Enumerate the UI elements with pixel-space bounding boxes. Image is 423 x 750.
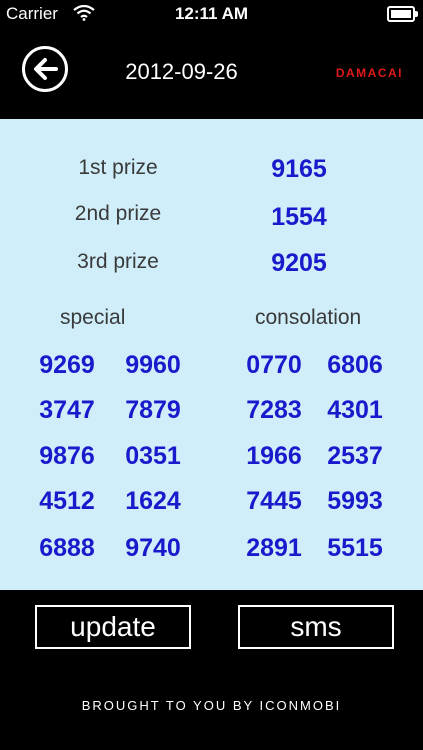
special-label: special [60, 306, 126, 329]
first-prize-number: 9165 [271, 155, 327, 183]
brand-logo: DAMACAI [335, 66, 403, 80]
third-prize-number: 9205 [271, 249, 327, 277]
special-number: 7879 [125, 396, 181, 424]
draw-date-title: 2012-09-26 [125, 59, 238, 84]
special-number: 6888 [39, 534, 95, 562]
consolation-number: 5515 [327, 534, 383, 562]
consolation-number: 2891 [246, 534, 302, 562]
special-number: 4512 [39, 487, 95, 515]
status-bar: Carrier 12:11 AM [0, 0, 423, 28]
sms-button[interactable]: sms [238, 605, 394, 649]
special-number: 0351 [125, 442, 181, 470]
consolation-label: consolation [255, 306, 362, 329]
second-prize-label: 2nd prize [74, 202, 162, 225]
second-prize-number: 1554 [271, 203, 327, 231]
battery-icon [387, 6, 418, 22]
results-panel: 1st prize 9165 2nd prize 1554 3rd prize … [0, 119, 423, 590]
consolation-number: 1966 [246, 442, 302, 470]
status-time: 12:11 AM [174, 4, 249, 23]
back-button[interactable] [22, 46, 68, 92]
update-button[interactable]: update [35, 605, 191, 649]
consolation-number: 7283 [246, 396, 302, 424]
consolation-number: 4301 [327, 396, 383, 424]
special-number: 3747 [39, 396, 95, 424]
special-number: 9960 [125, 351, 181, 379]
consolation-number: 6806 [327, 351, 383, 379]
footer-credit: BROUGHT TO YOU BY ICONMOBI [81, 698, 342, 713]
consolation-number: 0770 [246, 351, 302, 379]
consolation-number: 5993 [327, 487, 383, 515]
special-number: 9876 [39, 442, 95, 470]
special-number: 9740 [125, 534, 181, 562]
consolation-number: 7445 [246, 487, 302, 515]
back-arrow-icon [34, 58, 58, 80]
header: 2012-09-26 DAMACAI [0, 28, 423, 118]
special-number: 9269 [39, 351, 95, 379]
consolation-number: 2537 [327, 442, 383, 470]
third-prize-label: 3rd prize [77, 250, 159, 273]
first-prize-label: 1st prize [78, 156, 158, 179]
special-number: 1624 [125, 487, 181, 515]
